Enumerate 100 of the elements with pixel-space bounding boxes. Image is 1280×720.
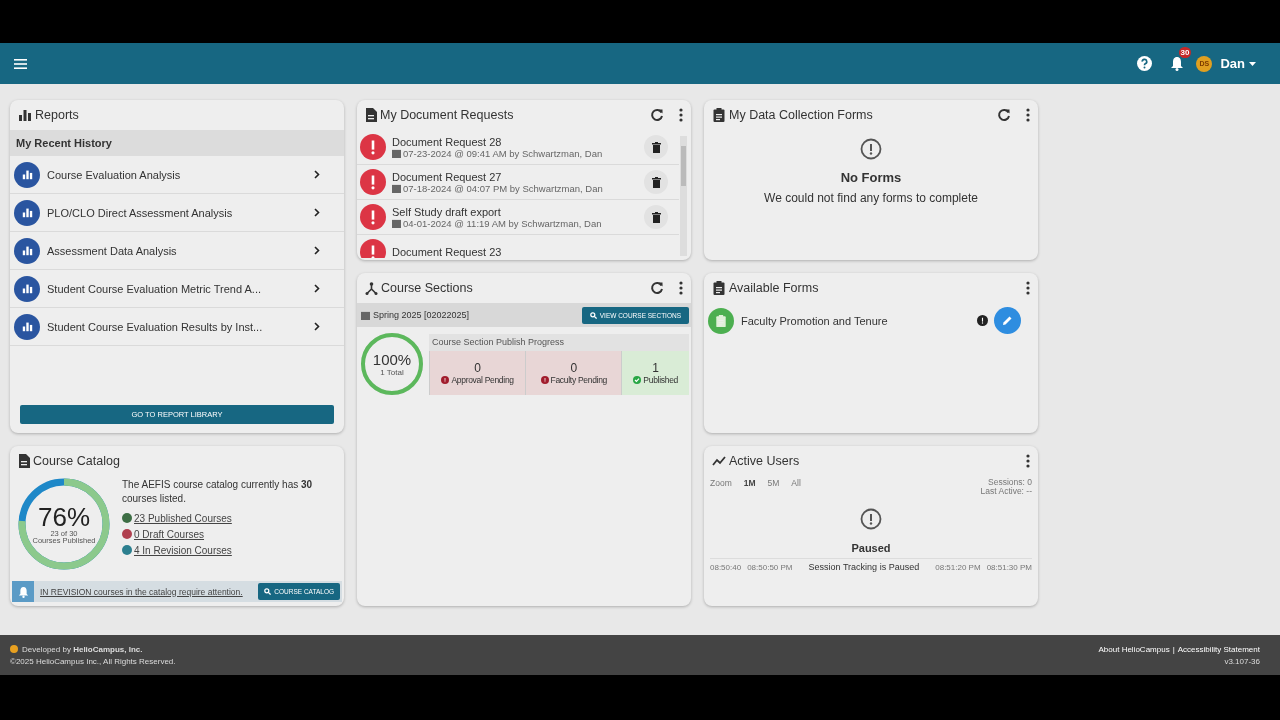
- paused-message: Session Tracking is Paused: [807, 562, 921, 572]
- progress-percent: 100%: [372, 351, 412, 368]
- axis-label: 08:51:20 PM: [935, 562, 981, 572]
- stage-count: 0: [474, 360, 481, 375]
- scrollbar[interactable]: [680, 136, 687, 256]
- search-icon: [264, 588, 272, 595]
- zoom-range-button[interactable]: 1M: [743, 478, 756, 488]
- separator: |: [1172, 644, 1175, 654]
- chevron-right-icon: [314, 246, 320, 255]
- form-icon: [708, 307, 734, 334]
- card-title: Course Catalog: [33, 454, 121, 468]
- menu-icon[interactable]: [14, 58, 27, 69]
- notification-badge: 30: [1178, 47, 1192, 58]
- developed-by: Developed by HelioCampus, Inc.: [22, 644, 143, 654]
- version: v3.107-36: [1224, 656, 1260, 666]
- delete-button[interactable]: [644, 170, 668, 194]
- alert-icon: [360, 239, 386, 258]
- report-item[interactable]: PLO/CLO Direct Assessment Analysis: [10, 194, 344, 232]
- clipboard-icon: [712, 281, 726, 295]
- edit-button[interactable]: [994, 307, 1021, 334]
- card-title: Active Users: [729, 454, 801, 468]
- more-options-icon[interactable]: [1026, 108, 1030, 122]
- empty-message: We could not find any forms to complete: [764, 191, 978, 205]
- attention-link[interactable]: IN REVISION courses in the catalog require attention.: [40, 586, 243, 597]
- report-item[interactable]: Assessment Data Analysis: [10, 232, 344, 270]
- sessions-count: Sessions: 0: [987, 478, 1032, 487]
- more-options-icon[interactable]: [1026, 454, 1030, 468]
- total-label: 1 Total: [380, 368, 404, 377]
- delete-button[interactable]: [644, 205, 668, 229]
- document-icon: [365, 108, 377, 122]
- alert-icon: [360, 204, 386, 230]
- user-menu[interactable]: Dan: [1220, 56, 1256, 71]
- request-title[interactable]: Document Request 23: [392, 246, 676, 258]
- footer-link[interactable]: About HelioCampus: [1098, 644, 1170, 654]
- alert-icon: [360, 134, 386, 160]
- report-item[interactable]: Student Course Evaluation Results by Inst...: [10, 308, 344, 346]
- status-link[interactable]: 23 Published Courses: [134, 512, 232, 524]
- stage-count: 1: [652, 360, 660, 375]
- chevron-right-icon: [314, 170, 320, 179]
- alert-icon: [441, 375, 450, 384]
- progress-title: Course Section Publish Progress: [431, 336, 566, 349]
- report-item[interactable]: Student Course Evaluation Metric Trend A...: [10, 270, 344, 308]
- card-title: My Document Requests: [380, 108, 515, 122]
- request-meta: 04-01-2024 @ 11:19 AM by Schwartzman, Dan: [403, 217, 602, 229]
- more-options-icon[interactable]: [679, 281, 683, 295]
- axis-label: 08:50:40: [710, 562, 742, 572]
- more-options-icon[interactable]: [679, 108, 683, 122]
- alert-icon: [540, 375, 549, 384]
- stage-label: Faculty Pending: [550, 374, 607, 385]
- clipboard-icon: [712, 108, 726, 122]
- chart-icon: [18, 108, 32, 122]
- trash-icon: [651, 176, 661, 188]
- copyright: ©2025 HelioCampus Inc., All Rights Reserved.: [10, 656, 176, 666]
- sun-logo-icon: [10, 645, 18, 653]
- axis-label: 08:50:50 PM: [747, 562, 793, 572]
- card-title: Course Sections: [381, 281, 474, 295]
- status-link[interactable]: 0 Draft Courses: [134, 528, 205, 540]
- delete-button[interactable]: [644, 135, 668, 159]
- paused-title: Paused: [851, 542, 891, 554]
- form-name[interactable]: Faculty Promotion and Tenure: [741, 314, 977, 327]
- info-icon: [977, 315, 988, 326]
- trash-icon: [651, 211, 661, 223]
- zoom-range-button[interactable]: 5M: [767, 478, 780, 488]
- search-icon: [589, 311, 597, 319]
- zoom-range-button[interactable]: All: [791, 478, 801, 488]
- stage-count: 0: [570, 360, 578, 375]
- bell-icon[interactable]: [1170, 56, 1185, 71]
- more-options-icon[interactable]: [1026, 281, 1030, 295]
- help-icon[interactable]: [1137, 56, 1153, 71]
- request-title[interactable]: Self Study draft export: [392, 205, 644, 218]
- report-icon: [14, 237, 40, 264]
- axis-label: 08:51:30 PM: [986, 562, 1032, 572]
- request-title[interactable]: Document Request 28: [392, 135, 644, 148]
- refresh-icon[interactable]: [997, 108, 1011, 122]
- last-active: Last Active: --: [980, 487, 1032, 496]
- section-header: My Recent History: [10, 130, 344, 156]
- chevron-right-icon: [314, 284, 320, 293]
- card-title: Available Forms: [729, 281, 820, 295]
- request-meta: 07-23-2024 @ 09:41 AM by Schwartzman, Dan: [403, 147, 603, 159]
- refresh-icon[interactable]: [650, 281, 664, 295]
- card-title: Reports: [35, 108, 80, 122]
- card-title: My Data Collection Forms: [729, 108, 874, 122]
- report-icon: [14, 199, 40, 226]
- request-title[interactable]: Document Request 27: [392, 170, 644, 183]
- zoom-label: Zoom: [710, 478, 732, 488]
- term-label: Spring 2025 [02022025]: [373, 310, 470, 320]
- request-meta: 07-18-2024 @ 04:07 PM by Schwartzman, Dan: [403, 182, 603, 194]
- check-icon: [633, 375, 642, 384]
- caret-icon: [1249, 61, 1256, 66]
- report-icon: [14, 161, 40, 188]
- trend-line-icon: [712, 456, 726, 466]
- status-link[interactable]: 4 In Revision Courses: [134, 544, 232, 556]
- stage-label: Approval Pending: [451, 374, 514, 385]
- chevron-right-icon: [314, 208, 320, 217]
- footer-link[interactable]: Accessibility Statement: [1177, 644, 1260, 654]
- report-item[interactable]: Course Evaluation Analysis: [10, 156, 344, 194]
- refresh-icon[interactable]: [650, 108, 664, 122]
- alert-icon: [860, 138, 882, 160]
- alert-icon: [860, 508, 882, 530]
- trash-icon: [651, 141, 661, 153]
